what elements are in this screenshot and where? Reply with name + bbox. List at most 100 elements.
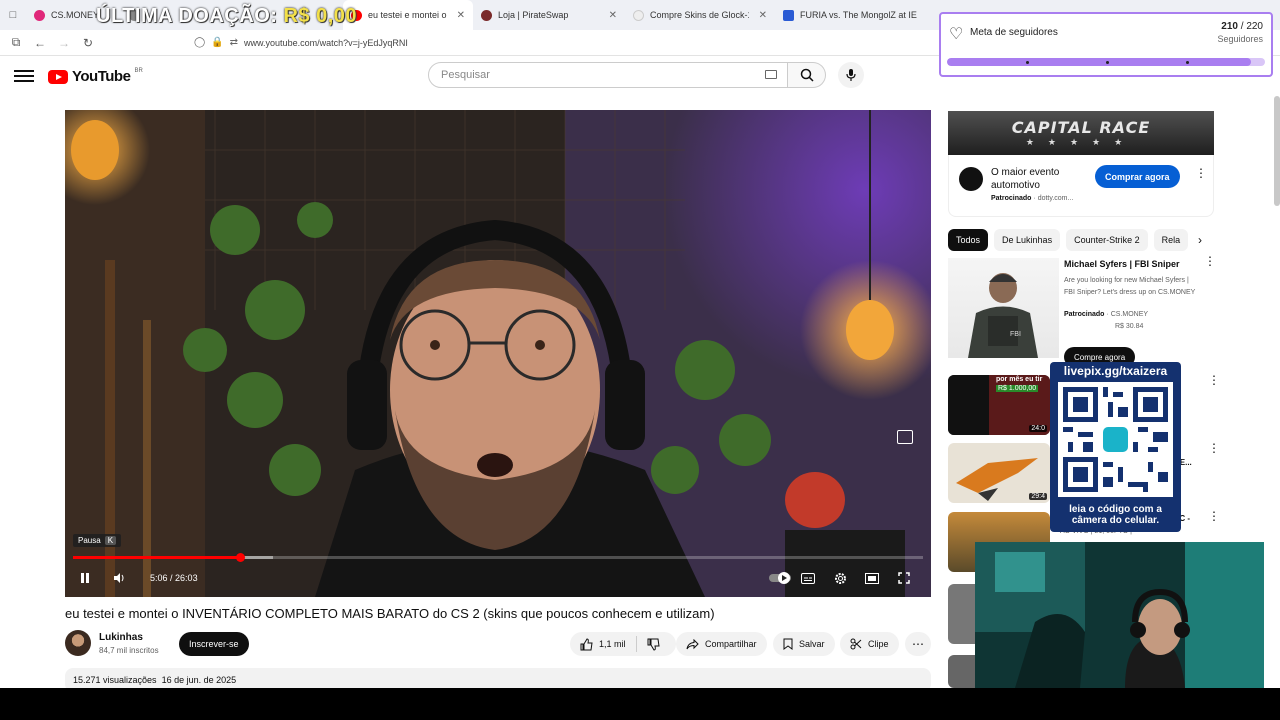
thumbs-down-icon[interactable] xyxy=(647,638,660,651)
channel-avatar[interactable] xyxy=(65,630,91,656)
microphone-icon xyxy=(846,69,856,81)
recommendation-thumbnail[interactable]: 29:4 xyxy=(948,443,1050,503)
ad-banner-image[interactable]: CAPITAL RACE ★★★★★ xyxy=(948,111,1214,155)
streamer-webcam xyxy=(975,542,1264,688)
page-scrollbar[interactable] xyxy=(1274,96,1280,206)
goal-marker xyxy=(1026,61,1029,64)
browser-tab[interactable]: Loja | PirateSwap ✕ xyxy=(473,0,625,30)
screen: □ CS.MONEY eu testei e montei o INVENT ✕… xyxy=(0,0,1280,688)
pause-icon[interactable] xyxy=(77,570,93,586)
pause-tooltip: Pausa K xyxy=(73,534,122,547)
goal-unit: Seguidores xyxy=(1217,34,1263,44)
advertiser-logo[interactable] xyxy=(959,167,983,191)
fullscreen-icon[interactable] xyxy=(896,570,912,586)
channel-name[interactable]: Lukinhas xyxy=(99,632,143,643)
close-icon[interactable]: ✕ xyxy=(457,10,465,21)
browser-tab[interactable]: FURIA vs. The MongolZ at IEM xyxy=(775,0,925,30)
ad-text[interactable]: O maior evento automotivo xyxy=(991,166,1091,192)
close-icon[interactable]: ✕ xyxy=(759,10,767,21)
browser-tab-active[interactable]: eu testei e montei o INVENT ✕ xyxy=(343,0,473,30)
tab-label: CS.MONEY xyxy=(51,10,100,20)
sponsored-product-image[interactable]: FBI xyxy=(948,258,1059,358)
search-button[interactable] xyxy=(788,62,826,88)
goal-target: 220 xyxy=(1246,21,1263,32)
video-player[interactable]: Pausa K 5:06 / 26:03 xyxy=(65,110,931,597)
search-placeholder: Pesquisar xyxy=(441,69,490,81)
sponsored-menu-icon[interactable]: ⋮ xyxy=(1204,255,1216,273)
chip-from-channel[interactable]: De Lukinhas xyxy=(994,229,1061,251)
voice-search-button[interactable] xyxy=(838,62,864,88)
recommendation-menu-icon[interactable]: ⋮ xyxy=(1208,442,1220,460)
ad-domain: dotty.com... xyxy=(1037,195,1074,202)
scissors-icon xyxy=(850,638,862,650)
goal-count: 210 / 220 xyxy=(1221,21,1263,32)
more-actions-icon[interactable]: ⋯ xyxy=(905,632,931,656)
miniplayer-icon[interactable] xyxy=(897,430,913,444)
save-button[interactable]: Salvar xyxy=(773,632,835,656)
chevron-right-icon[interactable]: › xyxy=(1192,230,1208,250)
split-view-icon[interactable]: ⧉ xyxy=(4,31,28,55)
tab-menu-icon[interactable]: □ xyxy=(0,0,26,30)
ad-menu-icon[interactable]: ⋮ xyxy=(1195,167,1207,185)
share-label: Compartilhar xyxy=(705,639,757,649)
back-icon[interactable]: ← xyxy=(28,31,52,55)
video-duration: 29:4 xyxy=(1029,493,1047,500)
donation-amount: R$ 0,00 xyxy=(283,5,358,27)
chip-related[interactable]: Rela xyxy=(1153,229,1189,251)
save-label: Salvar xyxy=(799,639,825,649)
share-button[interactable]: Compartilhar xyxy=(676,632,767,656)
search-input[interactable]: Pesquisar xyxy=(428,62,788,88)
shield-icon: ◯ xyxy=(194,37,206,48)
keyboard-icon[interactable] xyxy=(765,70,777,79)
qr-footer: leia o código com a câmera do celular. xyxy=(1050,504,1181,526)
share-icon xyxy=(686,638,699,649)
youtube-play-icon xyxy=(48,69,68,84)
tab-label: Compre Skins de Glock-18 Pist xyxy=(650,10,749,20)
livepix-qr-overlay: livepix.gg/txaizera leia o código com a … xyxy=(1050,362,1181,532)
recommendation-menu-icon[interactable]: ⋮ xyxy=(1208,510,1220,528)
sponsored-label: Patrocinado xyxy=(1064,311,1105,318)
ad-buy-button[interactable]: Comprar agora xyxy=(1095,165,1180,188)
recommendation-thumbnail[interactable]: por mês eu tir R$ 1.000,00 24:0 xyxy=(948,375,1050,435)
ad-banner-stars: ★★★★★ xyxy=(1025,137,1137,147)
qr-footer-line1: leia o código com a xyxy=(1069,504,1162,515)
goal-marker xyxy=(1106,61,1109,64)
settings-gear-icon[interactable] xyxy=(832,570,848,586)
agent-skin-image: FBI xyxy=(968,273,1038,358)
duration: 26:03 xyxy=(175,573,198,583)
subtitles-icon[interactable] xyxy=(800,570,816,586)
autoplay-toggle-icon[interactable] xyxy=(768,570,792,586)
channel-subscribers: 84,7 mil inscritos xyxy=(99,646,159,655)
close-icon[interactable]: ✕ xyxy=(609,10,617,21)
search-icon xyxy=(800,68,814,82)
hamburger-menu-icon[interactable] xyxy=(14,68,34,84)
thumbs-up-icon[interactable] xyxy=(580,637,593,651)
progress-scrubber[interactable] xyxy=(235,553,245,562)
chip-all[interactable]: Todos xyxy=(948,229,989,251)
favicon-icon xyxy=(783,9,794,21)
sponsored-product-advertiser: Patrocinado · CS.MONEY xyxy=(1064,311,1149,318)
reload-icon[interactable]: ↻ xyxy=(76,31,100,55)
youtube-logo[interactable]: YouTube BR xyxy=(48,68,143,85)
sponsored-product-title[interactable]: Michael Syfers | FBI Sniper xyxy=(1064,259,1180,269)
theater-mode-icon[interactable] xyxy=(864,570,880,586)
browser-tab[interactable]: Compre Skins de Glock-18 Pist ✕ xyxy=(625,0,775,30)
clip-button[interactable]: Clipe xyxy=(840,632,899,656)
description-box[interactable]: 15.271 visualizações 16 de jun. de 2025 xyxy=(65,668,931,688)
url-field[interactable]: ◯ 🔒 ⇄ www.youtube.com/watch?v=j-yEdJyqRN… xyxy=(186,33,416,53)
chip-counter-strike[interactable]: Counter-Strike 2 xyxy=(1066,229,1148,251)
advertiser-name: CS.MONEY xyxy=(1110,311,1149,318)
ad-sponsored-line: Patrocinado · dotty.com... xyxy=(991,195,1074,202)
filter-chips: Todos De Lukinhas Counter-Strike 2 Rela xyxy=(948,229,1210,251)
volume-icon[interactable] xyxy=(111,570,127,586)
sponsored-label: Patrocinado xyxy=(991,195,1032,202)
ad-banner-text: CAPITAL RACE xyxy=(1011,118,1151,137)
like-count[interactable]: 1,1 mil xyxy=(599,639,626,649)
subscribe-button[interactable]: Inscrever-se xyxy=(179,632,249,656)
recommendation-menu-icon[interactable]: ⋮ xyxy=(1208,374,1220,392)
favicon-icon xyxy=(481,9,492,21)
thumbnail-overlay-text: por mês eu tir xyxy=(996,376,1043,383)
bookmark-icon xyxy=(783,638,793,650)
forward-icon[interactable]: → xyxy=(52,31,76,55)
progress-bar[interactable] xyxy=(73,553,923,562)
